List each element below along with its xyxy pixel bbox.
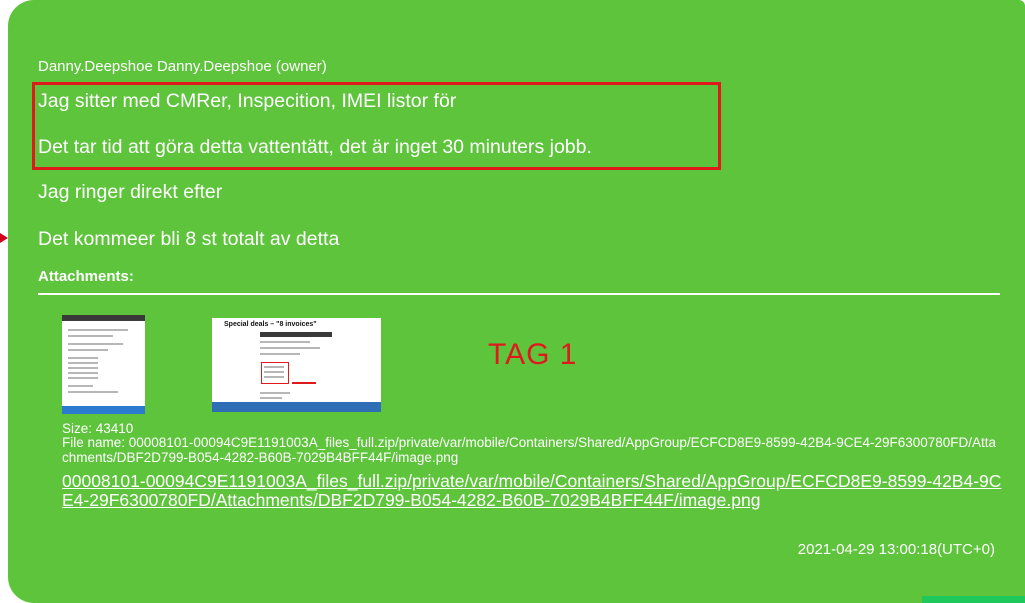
attachment-thumbnail-1[interactable] — [62, 315, 145, 414]
corner-bar — [922, 596, 1025, 603]
thumbnail-title: Special deals – "8 invoices" — [224, 321, 317, 328]
red-arrow-icon — [0, 233, 8, 243]
message-line-3: Jag ringer direkt efter — [38, 181, 223, 203]
file-name: File name: 00008101-00094C9E1191003A_fil… — [62, 435, 997, 465]
attachment-thumbnail-2[interactable]: Special deals – "8 invoices" — [212, 318, 381, 412]
file-size: Size: 43410 — [62, 421, 134, 436]
message-line-4: Det kommeer bli 8 st totalt av detta — [38, 228, 340, 250]
tag-label: TAG 1 — [488, 338, 578, 371]
attachments-label: Attachments: — [38, 268, 134, 285]
highlight-box — [32, 82, 721, 170]
file-link[interactable]: 00008101-00094C9E1191003A_files_full.zip… — [62, 472, 1002, 510]
sender-name: Danny.Deepshoe Danny.Deepshoe (owner) — [38, 58, 327, 75]
divider — [38, 293, 1000, 295]
message-timestamp: 2021-04-29 13:00:18(UTC+0) — [797, 541, 995, 558]
